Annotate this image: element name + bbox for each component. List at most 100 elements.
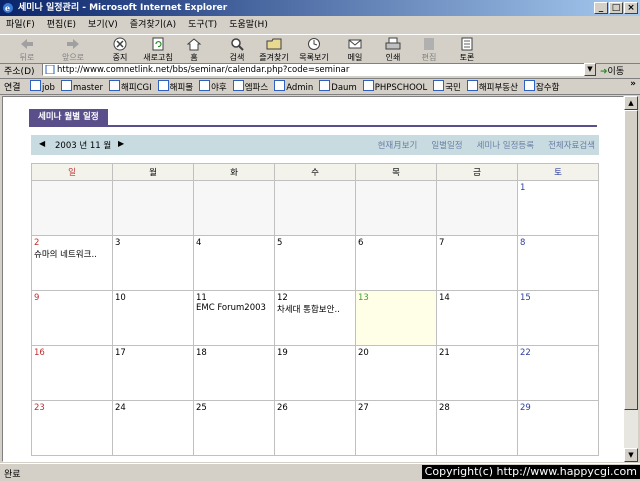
day-number[interactable]: 5 [275, 236, 355, 248]
back-button[interactable]: 뒤로 [12, 37, 42, 63]
calendar-day-cell[interactable]: 1 [517, 180, 599, 236]
edit-button[interactable]: 편집 [418, 37, 440, 63]
calendar-day-cell[interactable]: 29 [517, 400, 599, 456]
calendar-day-cell[interactable]: 16 [31, 345, 113, 401]
calendar-day-cell[interactable]: 2 슈마의 네트워크.. [31, 235, 113, 291]
menu-file[interactable]: 파일(F) [0, 16, 41, 34]
close-button[interactable]: × [624, 2, 638, 14]
calendar-day-cell[interactable]: 3 [112, 235, 194, 291]
day-number[interactable]: 3 [113, 236, 193, 248]
link-item[interactable]: PHPSCHOOL [362, 80, 427, 93]
day-number[interactable]: 14 [437, 291, 517, 303]
menu-tools[interactable]: 도구(T) [182, 16, 223, 34]
calendar-day-cell[interactable]: 14 [436, 290, 518, 346]
scroll-up-button[interactable]: ▲ [624, 96, 638, 110]
next-month-button[interactable]: ▶ [118, 139, 124, 148]
calendar-day-cell[interactable]: 27 [355, 400, 437, 456]
print-button[interactable]: 인쇄 [382, 37, 404, 63]
links-more-button[interactable]: » [630, 79, 636, 89]
day-number[interactable]: 13 [356, 291, 436, 303]
vertical-scrollbar[interactable]: ▲ ▼ [624, 96, 638, 462]
calendar-event-link[interactable]: EMC Forum2003 [194, 303, 274, 313]
day-number[interactable]: 20 [356, 346, 436, 358]
go-button[interactable]: ➜이동 [600, 64, 624, 77]
calendar-day-cell[interactable]: 10 [112, 290, 194, 346]
day-number[interactable]: 26 [275, 401, 355, 413]
calendar-day-cell[interactable]: 24 [112, 400, 194, 456]
calendar-day-cell[interactable]: 20 [355, 345, 437, 401]
link-item[interactable]: 야후 [199, 80, 227, 93]
prev-month-button[interactable]: ◀ [39, 139, 45, 148]
calendar-day-cell[interactable]: 4 [193, 235, 275, 291]
minimize-button[interactable]: _ [594, 2, 608, 14]
calendar-day-cell[interactable]: 15 [517, 290, 599, 346]
link-item[interactable]: 잡수함 [523, 80, 559, 93]
mail-button[interactable]: 메일 [344, 37, 366, 63]
address-dropdown-button[interactable]: ▼ [584, 63, 596, 76]
search-button[interactable]: 검색 [226, 37, 248, 63]
link-item[interactable]: 해피CGI [108, 80, 152, 93]
maximize-button[interactable]: □ [609, 2, 623, 14]
day-number[interactable]: 8 [518, 236, 598, 248]
history-button[interactable]: 목록보기 [296, 37, 332, 63]
home-button[interactable]: 홈 [186, 37, 202, 63]
link-item[interactable]: job [30, 80, 55, 93]
day-number[interactable]: 6 [356, 236, 436, 248]
day-number[interactable]: 27 [356, 401, 436, 413]
calendar-day-cell[interactable]: 7 [436, 235, 518, 291]
day-number[interactable]: 9 [32, 291, 112, 303]
register-seminar-link[interactable]: 세미나 일정등록 [477, 141, 534, 151]
scroll-thumb[interactable] [624, 110, 638, 410]
day-number[interactable]: 4 [194, 236, 274, 248]
calendar-day-cell[interactable]: 22 [517, 345, 599, 401]
day-number[interactable]: 25 [194, 401, 274, 413]
day-number[interactable]: 1 [518, 181, 598, 193]
current-month-link[interactable]: 현재月보기 [378, 141, 418, 151]
calendar-day-cell[interactable]: 13 [355, 290, 437, 346]
calendar-day-cell[interactable]: 25 [193, 400, 275, 456]
link-item[interactable]: 해피부동산 [466, 80, 518, 93]
day-number[interactable]: 10 [113, 291, 193, 303]
day-number[interactable]: 24 [113, 401, 193, 413]
link-item[interactable]: 엠파스 [232, 80, 268, 93]
link-item[interactable]: 국민 [433, 80, 461, 93]
menu-help[interactable]: 도움말(H) [223, 16, 274, 34]
scroll-down-button[interactable]: ▼ [624, 448, 638, 462]
calendar-day-cell[interactable]: 19 [274, 345, 356, 401]
calendar-event-link[interactable]: 차세대 통합보안.. [275, 303, 355, 315]
calendar-day-cell[interactable]: 9 [31, 290, 113, 346]
favorites-button[interactable]: 즐겨찾기 [256, 37, 292, 63]
calendar-day-cell[interactable]: 6 [355, 235, 437, 291]
link-item[interactable]: Admin [274, 80, 313, 93]
calendar-day-cell[interactable]: 23 [31, 400, 113, 456]
link-item[interactable]: master [60, 80, 103, 93]
day-number[interactable]: 15 [518, 291, 598, 303]
calendar-day-cell[interactable]: 26 [274, 400, 356, 456]
day-number[interactable]: 7 [437, 236, 517, 248]
day-number[interactable]: 23 [32, 401, 112, 413]
calendar-day-cell[interactable]: 17 [112, 345, 194, 401]
day-number[interactable]: 29 [518, 401, 598, 413]
menu-favorites[interactable]: 즐겨찾기(A) [124, 16, 182, 34]
menu-edit[interactable]: 편집(E) [41, 16, 82, 34]
refresh-button[interactable]: 새로고침 [140, 37, 176, 63]
stop-button[interactable]: 중지 [108, 37, 132, 63]
day-number[interactable]: 11 [194, 291, 274, 303]
calendar-day-cell[interactable]: 18 [193, 345, 275, 401]
day-number[interactable]: 28 [437, 401, 517, 413]
day-number[interactable]: 21 [437, 346, 517, 358]
daily-schedule-link[interactable]: 일별일정 [431, 141, 462, 151]
calendar-day-cell[interactable]: 28 [436, 400, 518, 456]
forward-button[interactable]: 앞으로 [56, 37, 90, 63]
address-input[interactable]: http://www.comnetlink.net/bbs/seminar/ca… [42, 63, 596, 76]
calendar-day-cell[interactable]: 12 차세대 통합보안.. [274, 290, 356, 346]
day-number[interactable]: 18 [194, 346, 274, 358]
link-item[interactable]: Daum [319, 80, 357, 93]
calendar-day-cell[interactable]: 21 [436, 345, 518, 401]
day-number[interactable]: 2 [32, 236, 112, 248]
search-all-link[interactable]: 전체자료검색 [548, 141, 595, 151]
menu-view[interactable]: 보기(V) [82, 16, 124, 34]
day-number[interactable]: 12 [275, 291, 355, 303]
discuss-button[interactable]: 토론 [456, 37, 478, 63]
day-number[interactable]: 22 [518, 346, 598, 358]
